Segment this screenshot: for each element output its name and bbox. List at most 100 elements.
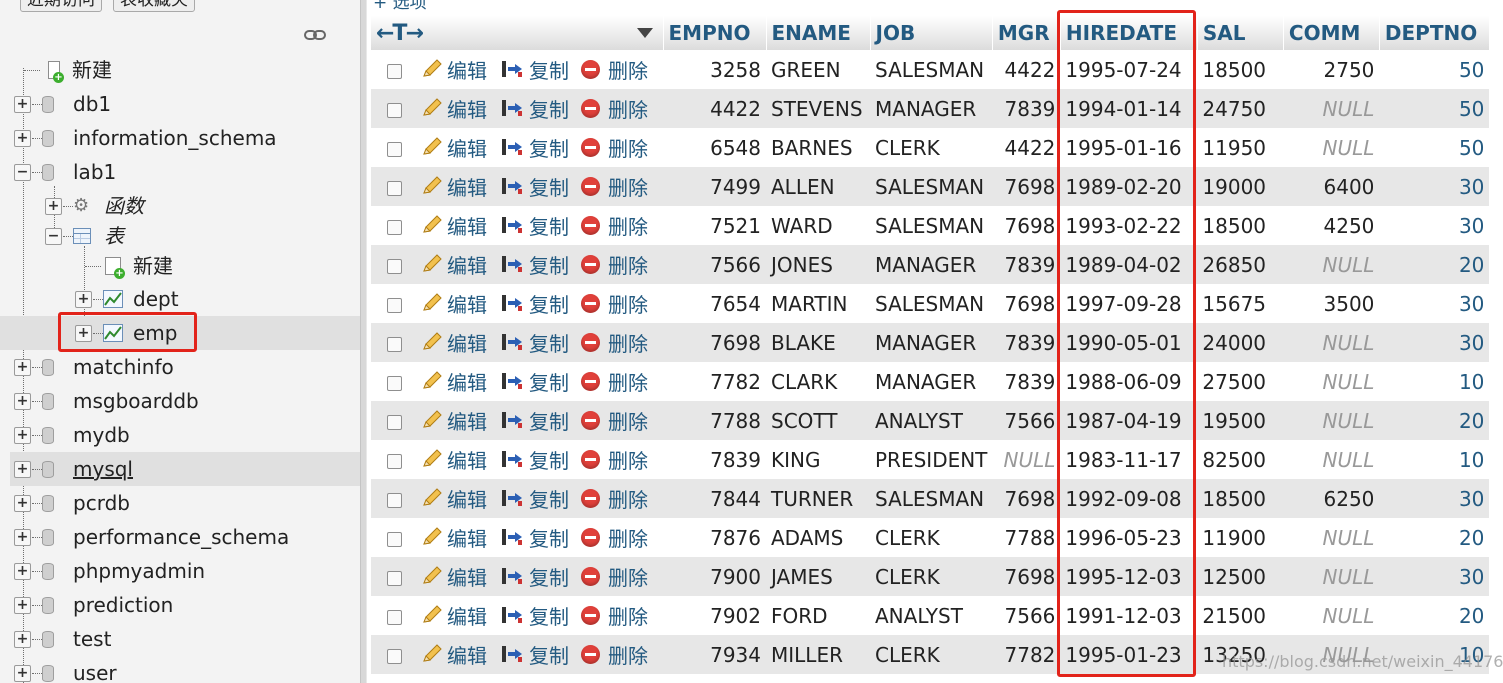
delete-label[interactable]: 删除 [608,94,648,123]
delete-label[interactable]: 删除 [608,367,648,396]
edit-label[interactable]: 编辑 [447,328,487,357]
edit-label[interactable]: 编辑 [447,445,487,474]
row-checkbox[interactable] [387,219,402,235]
row-checkbox[interactable] [387,258,402,274]
panel-splitter[interactable] [360,0,367,683]
nav-item-matchinfo[interactable]: + matchinfo [0,350,360,384]
edit-action[interactable]: 编辑 [416,50,496,89]
edit-label[interactable]: 编辑 [447,640,487,669]
edit-label[interactable]: 编辑 [447,484,487,513]
expand-icon[interactable]: + [14,461,31,478]
edit-action[interactable]: 编辑 [416,440,496,479]
col-header-sal[interactable]: SAL [1197,16,1284,50]
cell-deptno[interactable]: 30 [1379,284,1490,323]
nav-item-new-link[interactable]: 新建 [0,53,360,87]
delete-label[interactable]: 删除 [608,562,648,591]
copy-action[interactable]: 复制 [496,479,576,518]
delete-label[interactable]: 删除 [608,250,648,279]
col-header-deptno[interactable]: DEPTNO [1379,16,1490,50]
delete-label[interactable]: 删除 [608,328,648,357]
edit-action[interactable]: 编辑 [416,89,496,128]
edit-action[interactable]: 编辑 [416,518,496,557]
edit-label[interactable]: 编辑 [447,289,487,318]
recent-button[interactable]: 近期访问 [20,0,102,12]
expand-icon[interactable]: + [14,393,31,410]
edit-label[interactable]: 编辑 [447,367,487,396]
copy-action[interactable]: 复制 [496,635,576,674]
delete-label[interactable]: 删除 [608,172,648,201]
delete-action[interactable]: 删除 [576,596,663,635]
edit-action[interactable]: 编辑 [416,596,496,635]
nav-item-pcrdb[interactable]: + pcrdb [0,486,360,520]
copy-action[interactable]: 复制 [496,323,576,362]
cell-deptno[interactable]: 20 [1379,401,1490,440]
copy-label[interactable]: 复制 [529,367,569,396]
nav-item-functions[interactable]: + ⚙ 函数 [0,189,360,223]
delete-label[interactable]: 删除 [608,601,648,630]
edit-action[interactable]: 编辑 [416,284,496,323]
col-header-job[interactable]: JOB [870,16,993,50]
edit-action[interactable]: 编辑 [416,479,496,518]
edit-action[interactable]: 编辑 [416,635,496,674]
delete-action[interactable]: 删除 [576,479,663,518]
delete-action[interactable]: 删除 [576,362,663,401]
nav-item-performance-schema[interactable]: + performance_schema [0,520,360,554]
copy-action[interactable]: 复制 [496,596,576,635]
copy-label[interactable]: 复制 [529,172,569,201]
copy-action[interactable]: 复制 [496,167,576,206]
copy-label[interactable]: 复制 [529,445,569,474]
delete-action[interactable]: 删除 [576,89,663,128]
collapse-icon[interactable]: − [14,164,31,181]
edit-action[interactable]: 编辑 [416,167,496,206]
delete-action[interactable]: 删除 [576,440,663,479]
cell-deptno[interactable]: 30 [1379,479,1490,518]
cell-deptno[interactable]: 30 [1379,206,1490,245]
cell-deptno[interactable]: 10 [1379,440,1490,479]
cell-deptno[interactable]: 30 [1379,323,1490,362]
copy-label[interactable]: 复制 [529,133,569,162]
copy-label[interactable]: 复制 [529,211,569,240]
delete-label[interactable]: 删除 [608,289,648,318]
edit-action[interactable]: 编辑 [416,401,496,440]
edit-label[interactable]: 编辑 [447,55,487,84]
nav-item-dept[interactable]: + dept [0,282,360,316]
edit-action[interactable]: 编辑 [416,323,496,362]
row-checkbox[interactable] [387,531,402,547]
delete-label[interactable]: 删除 [608,523,648,552]
edit-action[interactable]: 编辑 [416,557,496,596]
col-header-comm[interactable]: COMM [1283,16,1380,50]
row-checkbox[interactable] [387,336,402,352]
delete-label[interactable]: 删除 [608,406,648,435]
delete-action[interactable]: 删除 [576,50,663,89]
favorites-button[interactable]: 表收藏夹 [113,0,195,12]
delete-action[interactable]: 删除 [576,284,663,323]
row-checkbox[interactable] [387,102,402,118]
expand-icon[interactable]: + [14,427,31,444]
copy-action[interactable]: 复制 [496,50,576,89]
nav-item-user[interactable]: + user [0,656,360,683]
col-header-mgr[interactable]: MGR [992,16,1061,50]
delete-label[interactable]: 删除 [608,445,648,474]
edit-action[interactable]: 编辑 [416,128,496,167]
edit-label[interactable]: 编辑 [447,406,487,435]
options-link[interactable]: + 选项 [373,0,427,13]
link-icon[interactable] [304,29,326,41]
edit-label[interactable]: 编辑 [447,133,487,162]
cell-deptno[interactable]: 50 [1379,50,1490,89]
expand-icon[interactable]: + [14,597,31,614]
row-checkbox[interactable] [387,414,402,430]
copy-action[interactable]: 复制 [496,440,576,479]
delete-label[interactable]: 删除 [608,640,648,669]
delete-action[interactable]: 删除 [576,323,663,362]
copy-label[interactable]: 复制 [529,406,569,435]
row-checkbox[interactable] [387,375,402,391]
copy-action[interactable]: 复制 [496,518,576,557]
copy-label[interactable]: 复制 [529,328,569,357]
copy-label[interactable]: 复制 [529,484,569,513]
delete-label[interactable]: 删除 [608,55,648,84]
row-checkbox[interactable] [387,648,402,664]
edit-label[interactable]: 编辑 [447,211,487,240]
nav-item-tables[interactable]: − 表 [0,219,360,253]
nav-item-test[interactable]: + test [0,622,360,656]
copy-label[interactable]: 复制 [529,523,569,552]
